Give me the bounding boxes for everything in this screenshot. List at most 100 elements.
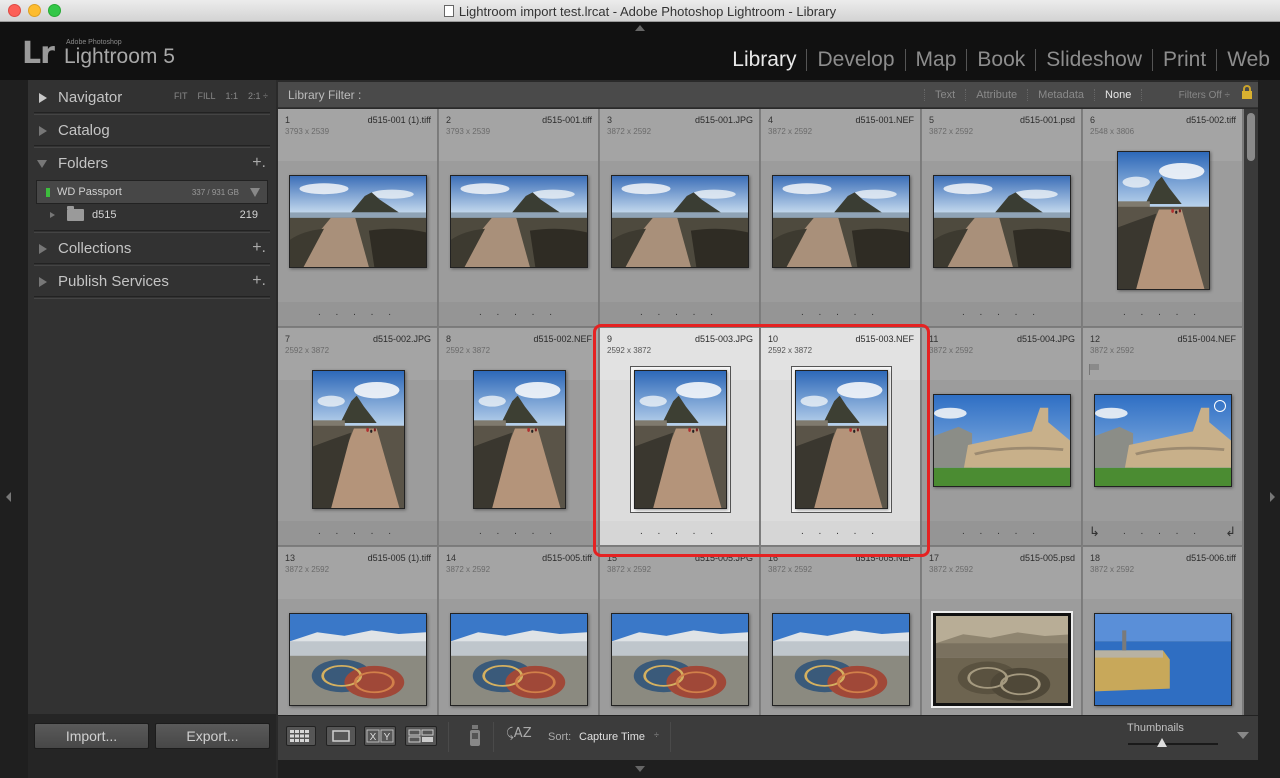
photo-thumbnail[interactable] — [1094, 394, 1232, 487]
filter-none[interactable]: None — [1094, 89, 1141, 101]
grid-scrollbar[interactable] — [1244, 109, 1258, 715]
zoom-1-1[interactable]: 1:1 — [226, 91, 239, 101]
sort-direction-az-icon[interactable]: ⤹AZ — [506, 726, 532, 741]
module-print[interactable]: Print — [1153, 48, 1216, 72]
add-collection-plus-icon[interactable]: +. — [252, 239, 266, 257]
volume-wd-passport[interactable]: WD Passport 337 / 931 GB — [36, 180, 268, 204]
star-rating-dots[interactable]: . . . . . — [761, 526, 920, 537]
sort-caret-icon[interactable]: ÷ — [654, 730, 659, 740]
sort-order-dropdown[interactable]: Capture Time — [579, 731, 645, 743]
thumbnail-cell[interactable]: 9 d515-003.JPG 2592 x 3872 . . . . . — [600, 328, 760, 546]
photo-thumbnail[interactable] — [611, 613, 749, 706]
module-web[interactable]: Web — [1217, 48, 1280, 72]
thumbnail-cell[interactable]: 12 d515-004.NEF 3872 x 2592 . . . . . ↳ ↲ — [1083, 328, 1243, 546]
star-rating-dots[interactable]: . . . . . — [922, 307, 1081, 318]
module-library[interactable]: Library — [722, 48, 806, 72]
folder-item-d515[interactable]: d515 219 — [28, 204, 276, 226]
right-panel-edge[interactable] — [1258, 80, 1280, 778]
painter-spray-can-icon[interactable] — [469, 724, 481, 748]
export-button[interactable]: Export... — [155, 723, 270, 749]
star-rating-dots[interactable]: . . . . . — [922, 526, 1081, 537]
photo-thumbnail[interactable] — [312, 370, 405, 509]
thumbnail-cell[interactable]: 3 d515-001.JPG 3872 x 2592 . . . . . — [600, 109, 760, 327]
zoom-fill[interactable]: FILL — [198, 91, 216, 101]
thumbnail-cell[interactable]: 5 d515-001.psd 3872 x 2592 . . . . . — [922, 109, 1082, 327]
loupe-view-button[interactable] — [326, 726, 356, 746]
module-book[interactable]: Book — [967, 48, 1035, 72]
filter-text[interactable]: Text — [924, 89, 965, 101]
thumbnail-cell[interactable]: 2 d515-001.tiff 3793 x 2539 . . . . . — [439, 109, 599, 327]
expand-triangle-icon[interactable] — [39, 277, 47, 287]
photo-thumbnail[interactable] — [450, 175, 588, 268]
star-rating-dots[interactable]: . . . . . — [600, 307, 759, 318]
photo-thumbnail[interactable] — [933, 394, 1071, 487]
publish-services-panel-header[interactable]: Publish Services +. — [28, 266, 276, 296]
photo-thumbnail[interactable] — [611, 175, 749, 268]
thumbnail-cell[interactable]: 6 d515-002.tiff 2548 x 3806 . . . . . — [1083, 109, 1243, 327]
add-publish-service-plus-icon[interactable]: +. — [252, 272, 266, 290]
expand-triangle-icon[interactable] — [39, 93, 47, 103]
zoom-2-1[interactable]: 2:1 ÷ — [248, 91, 268, 101]
photo-thumbnail[interactable] — [795, 370, 888, 509]
thumbnail-size-slider-knob[interactable] — [1157, 738, 1168, 747]
photo-thumbnail[interactable] — [772, 613, 910, 706]
filter-metadata[interactable]: Metadata — [1027, 89, 1094, 101]
photo-thumbnail[interactable] — [931, 611, 1073, 708]
grid-view-button[interactable] — [286, 726, 316, 746]
left-panel-edge[interactable] — [0, 80, 28, 778]
star-rating-dots[interactable]: . . . . . — [439, 307, 598, 318]
thumbnail-cell[interactable]: 10 d515-003.NEF 2592 x 3872 . . . . . — [761, 328, 921, 546]
thumbnail-cell[interactable]: 7 d515-002.JPG 2592 x 3872 . . . . . — [278, 328, 438, 546]
filter-attribute[interactable]: Attribute — [965, 89, 1027, 101]
import-button[interactable]: Import... — [34, 723, 149, 749]
thumbnail-cell[interactable]: 8 d515-002.NEF 2592 x 3872 . . . . . — [439, 328, 599, 546]
collapse-top-panel-arrow-icon[interactable] — [635, 25, 645, 31]
quick-collection-circle-icon[interactable] — [1214, 400, 1226, 412]
photo-thumbnail[interactable] — [1094, 613, 1232, 706]
thumbnail-cell[interactable]: 15 d515-005.JPG 3872 x 2592 — [600, 547, 760, 715]
folder-expand-triangle-icon[interactable] — [50, 212, 55, 218]
add-folder-plus-icon[interactable]: +. — [252, 154, 266, 172]
photo-thumbnail[interactable] — [933, 175, 1071, 268]
expand-filmstrip-arrow-icon[interactable] — [635, 766, 645, 772]
flag-icon[interactable] — [1089, 364, 1100, 375]
rotate-left-icon[interactable]: ↳ — [1089, 524, 1100, 540]
catalog-panel-header[interactable]: Catalog — [28, 115, 276, 145]
navigator-panel-header[interactable]: Navigator FIT FILL 1:1 2:1 ÷ — [28, 82, 276, 112]
survey-view-button[interactable] — [405, 726, 437, 746]
expand-triangle-icon[interactable] — [39, 126, 47, 136]
thumbnail-cell[interactable]: 13 d515-005 (1).tiff 3872 x 2592 — [278, 547, 438, 715]
thumbnail-cell[interactable]: 4 d515-001.NEF 3872 x 2592 . . . . . — [761, 109, 921, 327]
photo-thumbnail[interactable] — [473, 370, 566, 509]
compare-view-button[interactable]: X Y — [364, 726, 396, 746]
star-rating-dots[interactable]: . . . . . — [278, 526, 437, 537]
expand-right-panel-arrow-icon[interactable] — [1270, 492, 1275, 502]
star-rating-dots[interactable]: . . . . . — [1083, 526, 1242, 537]
star-rating-dots[interactable]: . . . . . — [439, 526, 598, 537]
collections-panel-header[interactable]: Collections +. — [28, 233, 276, 263]
thumbnail-cell[interactable]: 17 d515-005.psd 3872 x 2592 — [922, 547, 1082, 715]
module-slideshow[interactable]: Slideshow — [1036, 48, 1152, 72]
photo-thumbnail[interactable] — [289, 175, 427, 268]
collapse-left-panel-arrow-icon[interactable] — [6, 492, 11, 502]
photo-thumbnail[interactable] — [450, 613, 588, 706]
filter-presets-dropdown[interactable]: Filters Off ÷ — [1179, 90, 1230, 101]
collapse-triangle-icon[interactable] — [37, 160, 47, 168]
photo-thumbnail[interactable] — [772, 175, 910, 268]
star-rating-dots[interactable]: . . . . . — [1083, 307, 1242, 318]
star-rating-dots[interactable]: . . . . . — [278, 307, 437, 318]
scrollbar-thumb[interactable] — [1247, 113, 1255, 161]
module-map[interactable]: Map — [906, 48, 967, 72]
expand-triangle-icon[interactable] — [39, 244, 47, 254]
photo-thumbnail[interactable] — [634, 370, 727, 509]
thumbnail-cell[interactable]: 11 d515-004.JPG 3872 x 2592 . . . . . — [922, 328, 1082, 546]
thumbnail-cell[interactable]: 18 d515-006.tiff 3872 x 2592 — [1083, 547, 1243, 715]
lock-icon[interactable] — [1242, 85, 1252, 99]
rotate-right-icon[interactable]: ↲ — [1225, 524, 1236, 540]
zoom-fit[interactable]: FIT — [174, 91, 188, 101]
volume-disclosure-icon[interactable] — [250, 188, 260, 197]
module-develop[interactable]: Develop — [807, 48, 904, 72]
star-rating-dots[interactable]: . . . . . — [761, 307, 920, 318]
photo-thumbnail[interactable] — [1117, 151, 1210, 290]
thumbnail-size-slider[interactable] — [1128, 743, 1218, 745]
